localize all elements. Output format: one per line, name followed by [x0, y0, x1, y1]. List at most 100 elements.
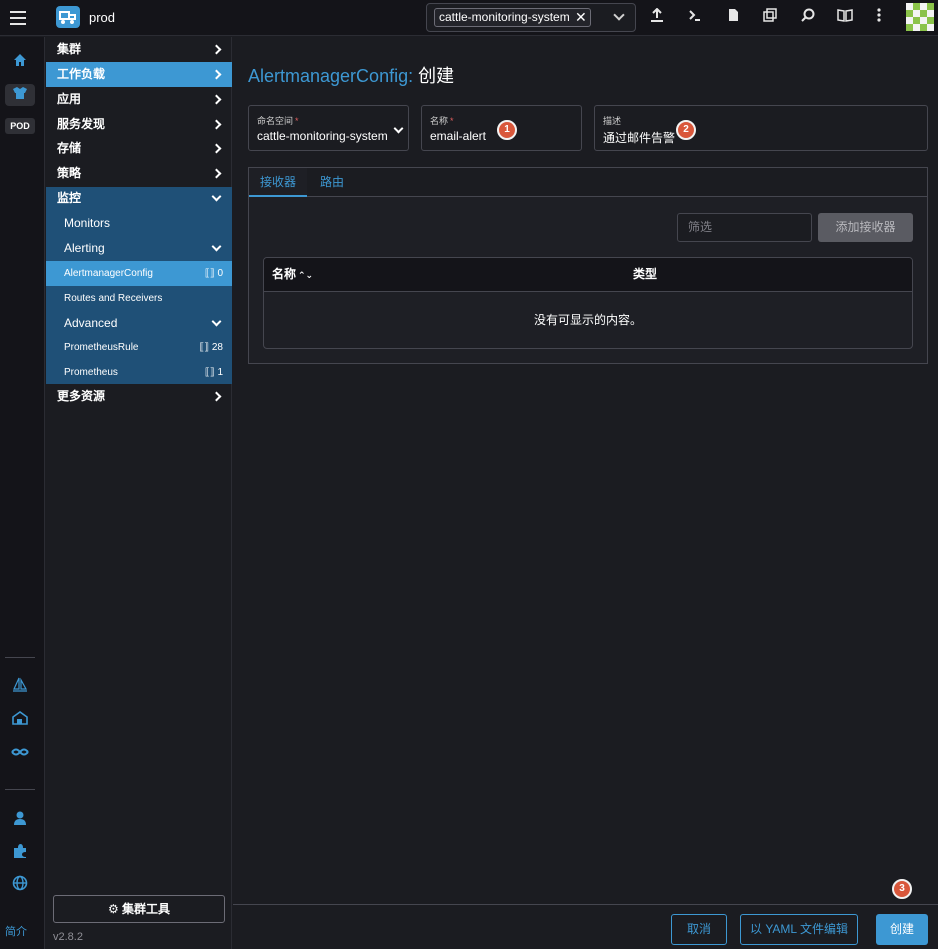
field-label: 描述 [603, 116, 622, 126]
tab-receivers[interactable]: 接收器 [249, 168, 308, 197]
tab-bar: 接收器 路由 [249, 168, 927, 197]
receivers-table: 名称 ⌃⌄ 类型 没有可显示的内容。 [263, 257, 913, 349]
user-avatar[interactable] [906, 3, 934, 31]
name-value: email-alert [430, 129, 487, 143]
col-name-label: 名称 [272, 267, 297, 281]
home-icon[interactable] [10, 52, 30, 72]
form-footer: 取消 以 YAML 文件编辑 创建 [233, 904, 938, 949]
kubectl-shell-icon[interactable] [686, 8, 704, 26]
nav-item-routes-receivers[interactable]: Routes and Receivers [46, 286, 232, 311]
nav-item-monitors[interactable]: Monitors [46, 211, 232, 236]
product-rail: POD 简介 [0, 37, 45, 949]
search-icon[interactable] [799, 8, 817, 26]
field-label: 命名空间 * [257, 116, 299, 126]
cluster-name[interactable]: prod [89, 10, 115, 25]
globe-icon[interactable] [10, 875, 30, 895]
nav-label: Alerting [64, 241, 105, 255]
nav-group-storage[interactable]: 存储 [46, 136, 232, 161]
step-marker-3: 3 [892, 879, 912, 899]
users-icon[interactable] [10, 810, 30, 830]
nav-item-prometheus-rule[interactable]: PrometheusRule ⟦⟧ 28 [46, 335, 232, 360]
side-navigation: 集群 工作负载 应用 服务发现 存储 策略 监控 Monitors Alerti… [46, 37, 232, 949]
cluster-tools-button[interactable]: ⚙ 集群工具 [53, 895, 225, 923]
nav-label: AlertmanagerConfig [64, 268, 153, 279]
nav-group-advanced[interactable]: Advanced [46, 311, 232, 336]
chevron-down-icon [211, 241, 222, 252]
title-resource-link[interactable]: AlertmanagerConfig: [248, 66, 413, 86]
chevron-right-icon [211, 94, 222, 105]
description-field[interactable]: 描述 通过邮件告警 [594, 105, 928, 151]
docs-icon[interactable] [836, 8, 854, 26]
chevron-right-icon [211, 168, 222, 179]
receivers-routes-panel: 接收器 路由 筛选 添加接收器 名称 ⌃⌄ 类型 没有可显示的内容。 [248, 167, 928, 364]
nav-label: 集群 [57, 42, 82, 56]
chevron-right-icon [211, 119, 222, 130]
main-content: AlertmanagerConfig: 创建 命名空间 * cattle-moni… [233, 37, 938, 949]
step-marker-1: 1 [497, 120, 517, 140]
pod-cluster-badge[interactable]: POD [5, 118, 35, 134]
nav-group-cluster[interactable]: 集群 [46, 37, 232, 62]
count-value: 0 [217, 268, 223, 279]
copy-kubeconfig-icon[interactable] [761, 8, 779, 26]
namespace-label-text: 命名空间 [257, 116, 294, 126]
nav-label: Advanced [64, 316, 118, 330]
top-header: prod cattle-monitoring-system ✕ [0, 0, 938, 36]
namespace-value: cattle-monitoring-system [257, 129, 388, 143]
cluster-tools-label: 集群工具 [122, 902, 171, 916]
column-header-type: 类型 [633, 267, 658, 281]
menu-icon[interactable] [10, 11, 26, 25]
nav-group-policy[interactable]: 策略 [46, 161, 232, 186]
nav-group-alerting[interactable]: Alerting [46, 236, 232, 261]
nav-label: 应用 [57, 92, 82, 106]
sort-icon: ⌃⌄ [298, 270, 314, 280]
namespace-select[interactable]: 命名空间 * cattle-monitoring-system [248, 105, 409, 151]
column-header-name[interactable]: 名称 ⌃⌄ [272, 258, 313, 292]
chevron-down-icon[interactable] [613, 9, 625, 21]
nav-group-apps[interactable]: 应用 [46, 87, 232, 112]
about-link[interactable]: 简介 [5, 923, 27, 939]
rail-divider [5, 789, 35, 790]
version-label: v2.8.2 [53, 931, 83, 943]
count-value: 28 [211, 342, 223, 353]
tab-routes[interactable]: 路由 [309, 168, 355, 197]
chevron-right-icon [211, 143, 222, 154]
chevron-down-icon [393, 123, 404, 134]
more-options-icon[interactable] [870, 8, 888, 26]
extensions-icon[interactable] [10, 843, 30, 863]
empty-state-text: 没有可显示的内容。 [533, 313, 642, 327]
title-action: 创建 [418, 66, 455, 86]
nav-item-prometheus[interactable]: Prometheus ⟦⟧ 1 [46, 360, 232, 385]
cluster-explorer-icon[interactable] [10, 85, 30, 105]
nav-group-monitoring[interactable]: 监控 [46, 186, 232, 211]
chevron-down-icon [211, 316, 222, 327]
table-header: 名称 ⌃⌄ 类型 [264, 258, 912, 292]
nav-group-more-resources[interactable]: 更多资源 [46, 384, 232, 409]
resource-count: ⟦⟧ 1 [204, 367, 223, 378]
nav-label: 工作负载 [57, 67, 106, 81]
nav-group-service-discovery[interactable]: 服务发现 [46, 112, 232, 137]
nav-label: 更多资源 [57, 389, 106, 403]
close-icon[interactable]: ✕ [575, 9, 587, 26]
nav-item-alertmanager-config[interactable]: AlertmanagerConfig ⟦⟧ 0 [46, 261, 232, 286]
chevron-right-icon [211, 69, 222, 80]
network-icon[interactable] [10, 743, 30, 763]
cluster-logo-icon [56, 6, 80, 28]
namespace-filter-select[interactable]: cattle-monitoring-system ✕ [426, 3, 636, 32]
import-yaml-icon[interactable] [648, 7, 666, 26]
virtualization-icon[interactable] [10, 710, 30, 730]
chevron-right-icon [211, 44, 222, 55]
nav-label: 监控 [57, 191, 82, 205]
nav-label: Monitors [64, 216, 111, 230]
filter-input[interactable]: 筛选 [677, 213, 812, 242]
cancel-button[interactable]: 取消 [671, 914, 727, 945]
nav-label: PrometheusRule [64, 342, 139, 353]
namespace-chip-label: cattle-monitoring-system [439, 10, 570, 24]
add-receiver-button[interactable]: 添加接收器 [818, 213, 913, 242]
nav-group-workloads[interactable]: 工作负载 [46, 62, 232, 87]
fleet-icon[interactable] [10, 677, 30, 697]
rail-divider [5, 657, 35, 658]
edit-as-yaml-button[interactable]: 以 YAML 文件编辑 [740, 914, 858, 945]
gear-icon: ⚙ [107, 902, 119, 916]
create-button[interactable]: 创建 [876, 914, 928, 945]
kubeconfig-download-icon[interactable] [724, 8, 742, 26]
